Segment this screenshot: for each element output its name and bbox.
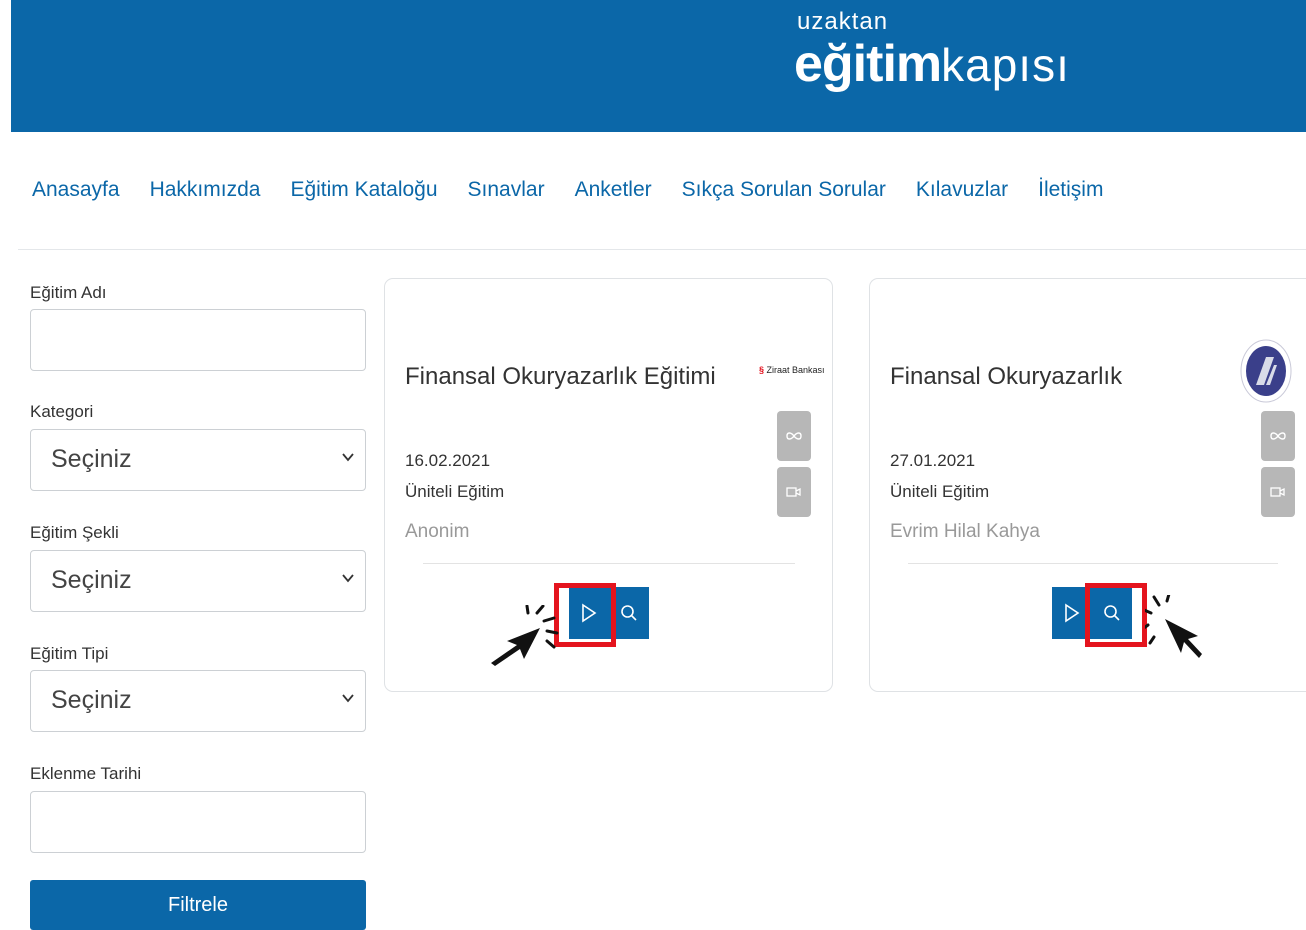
date-added-input[interactable]: [30, 791, 366, 853]
education-shape-label: Eğitim Şekli: [30, 523, 119, 542]
unlimited-access-button[interactable]: [777, 411, 811, 461]
highlight-box: [1085, 583, 1147, 647]
date-added-label: Eklenme Tarihi: [30, 764, 142, 783]
video-icon: [1270, 487, 1285, 497]
chevron-down-icon: [342, 453, 354, 462]
nav-item-hakkimizda[interactable]: Hakkımızda: [150, 178, 261, 202]
click-cursor-icon: [1145, 595, 1202, 658]
click-cursor-icon: [491, 605, 559, 666]
nav-item-sss[interactable]: Sıkça Sorulan Sorular: [682, 178, 886, 202]
card-date: 27.01.2021: [890, 451, 976, 470]
play-icon: [1065, 603, 1080, 623]
video-icon: [786, 487, 801, 497]
infinity-icon: [786, 432, 802, 440]
education-shape-select-value: Seçiniz: [51, 566, 132, 594]
logo-light-text: kapısı: [941, 39, 1070, 91]
card-title[interactable]: Finansal Okuryazarlık: [890, 363, 1122, 391]
chevron-down-icon: [342, 574, 354, 583]
education-name-label: Eğitim Adı: [30, 283, 107, 302]
education-name-input[interactable]: [30, 309, 366, 371]
education-card: Finansal Okuryazarlık Eğitimi § Ziraat B…: [384, 278, 833, 692]
education-type-select-value: Seçiniz: [51, 686, 132, 714]
search-icon: [621, 605, 637, 621]
chevron-down-icon: [342, 694, 354, 703]
education-card: Finansal Okuryazarlık 27.01.2021 Üniteli…: [869, 278, 1306, 692]
filter-button[interactable]: Filtrele: [30, 880, 366, 930]
nav-item-iletisim[interactable]: İletişim: [1038, 178, 1103, 202]
nav-item-anketler[interactable]: Anketler: [575, 178, 652, 202]
main-nav: Anasayfa Hakkımızda Eğitim Kataloğu Sına…: [32, 178, 1133, 202]
nav-item-egitim-katalogu[interactable]: Eğitim Kataloğu: [290, 178, 437, 202]
card-author: Evrim Hilal Kahya: [890, 521, 1040, 542]
unlimited-access-button[interactable]: [1261, 411, 1295, 461]
highlight-box: [554, 583, 616, 647]
card-date: 16.02.2021: [405, 451, 491, 470]
logo-top-text: uzaktan: [797, 8, 889, 35]
nav-item-kilavuzlar[interactable]: Kılavuzlar: [916, 178, 1008, 202]
category-label: Kategori: [30, 402, 94, 421]
logo-bold-text: eğitim: [794, 35, 942, 93]
ziraat-logo-text: Ziraat Bankası: [766, 365, 825, 375]
category-select-value: Seçiniz: [51, 445, 132, 473]
card-divider: [908, 563, 1278, 564]
nav-divider: [18, 249, 1306, 250]
card-type: Üniteli Eğitim: [405, 482, 505, 501]
card-title[interactable]: Finansal Okuryazarlık Eğitimi: [405, 363, 716, 391]
nav-item-sinavlar[interactable]: Sınavlar: [468, 178, 545, 202]
education-type-select[interactable]: Seçiniz: [30, 670, 366, 732]
video-button[interactable]: [1261, 467, 1295, 517]
infinity-icon: [1270, 432, 1286, 440]
institution-seal-logo: [1240, 339, 1292, 403]
ziraat-bankasi-logo: § Ziraat Bankası: [759, 365, 825, 375]
education-type-label: Eğitim Tipi: [30, 644, 109, 663]
education-shape-select[interactable]: Seçiniz: [30, 550, 366, 612]
category-select[interactable]: Seçiniz: [30, 429, 366, 491]
video-button[interactable]: [777, 467, 811, 517]
card-divider: [423, 563, 795, 564]
card-author: Anonim: [405, 521, 470, 542]
nav-item-anasayfa[interactable]: Anasayfa: [32, 178, 120, 202]
card-type: Üniteli Eğitim: [890, 482, 990, 501]
site-header: uzaktan eğitimkapısı: [11, 0, 1306, 132]
